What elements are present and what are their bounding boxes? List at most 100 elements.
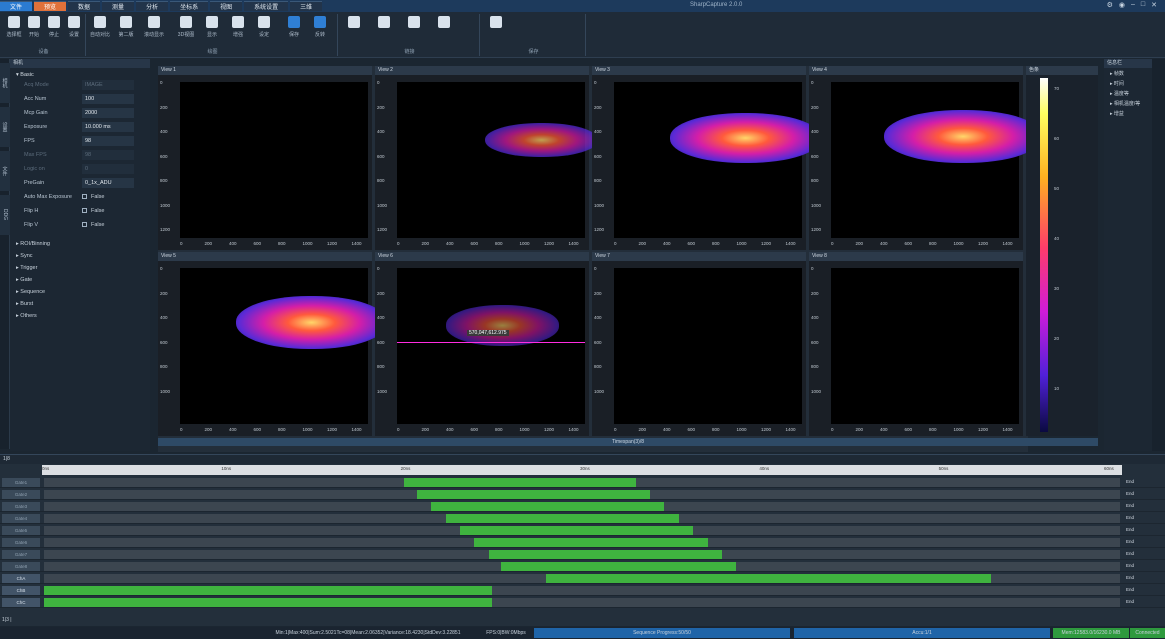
channel-name[interactable]: Gate2	[2, 490, 40, 499]
info-item[interactable]: ▸ 时间	[1104, 78, 1152, 88]
tab-3d[interactable]: 三维	[290, 1, 323, 11]
dock-tab-3[interactable]: 文件	[0, 151, 10, 191]
tab-measure[interactable]: 测量	[102, 1, 135, 11]
save-button[interactable]: 保存	[284, 16, 304, 38]
stop-button[interactable]: 停止	[44, 16, 64, 38]
prop-value-field[interactable]: 100	[82, 94, 134, 104]
tab-data[interactable]: 数据	[68, 1, 101, 11]
user-icon[interactable]: ◉	[1119, 1, 1125, 9]
frame-slider[interactable]: Timespan(3)/8	[158, 438, 1098, 446]
link-button-1[interactable]	[344, 16, 364, 28]
select-button[interactable]: 选择框	[4, 16, 24, 38]
image-view-4[interactable]: View 4 0 200 400 600 800 1000 1200 0 200 400 600 800…	[809, 66, 1042, 250]
image-view-8[interactable]: View 8 0 200 400 600 800 1000 0 200 400 600 800 1000…	[809, 252, 1023, 436]
image-view-5[interactable]: View 5 0 200 400 600 800 1000 0 200 400 600 800 1000…	[158, 252, 387, 436]
dock-tab-2[interactable]: 设置	[0, 107, 10, 147]
channel-name[interactable]: Gate1	[2, 478, 40, 487]
image-view-7[interactable]: View 7 0 200 400 600 800 1000 0 200 400 600 800 1000…	[592, 252, 806, 436]
prop-value-field[interactable]: 98	[82, 136, 134, 146]
channel-name[interactable]: Gate6	[2, 538, 40, 547]
image-view-3[interactable]: View 3 0 200 400 600 800 1000 1200 0 200 400 600 800…	[592, 66, 821, 250]
display-button[interactable]: 显示	[202, 16, 222, 38]
scroll-button[interactable]: 滚动显示	[144, 16, 164, 38]
channel-name[interactable]: Gate5	[2, 526, 40, 535]
minimize-icon[interactable]: –	[1131, 1, 1135, 9]
tab-file[interactable]: 文件	[0, 1, 33, 11]
checkbox[interactable]: False	[82, 222, 104, 228]
prop-value-field[interactable]: 0_1x_ADU	[82, 178, 134, 188]
channel-name[interactable]: ChC	[2, 598, 40, 607]
tab-view[interactable]: 视图	[210, 1, 243, 11]
gear-icon[interactable]: ⚙	[1107, 1, 1113, 9]
prop-value-field[interactable]: 2000	[82, 108, 134, 118]
image-plot[interactable]	[614, 82, 821, 238]
checkbox-box[interactable]	[82, 222, 87, 228]
gate-bar[interactable]	[474, 538, 708, 547]
section-basic[interactable]: ▾ Basic	[10, 68, 150, 78]
checkbox[interactable]: False	[82, 208, 104, 214]
image-view-2[interactable]: View 2 0 200 400 600 800 1000 1200 0 200 400 600 800…	[375, 66, 599, 250]
collapsed-section[interactable]: ▸ Sync	[10, 250, 150, 262]
collapsed-section[interactable]: ▸ Sequence	[10, 286, 150, 298]
set-button[interactable]: 设定	[254, 16, 274, 38]
gate-bar[interactable]	[44, 598, 493, 607]
channel-name[interactable]: Gate7	[2, 550, 40, 559]
gate-bar[interactable]	[460, 526, 694, 535]
checkbox-box[interactable]	[82, 194, 87, 200]
info-item[interactable]: ▸ 相机温度/等	[1104, 98, 1152, 108]
image-plot[interactable]	[180, 268, 387, 424]
gate-bar[interactable]	[404, 478, 636, 487]
settings-button[interactable]: 设置	[64, 16, 84, 38]
marker-button[interactable]	[486, 16, 506, 28]
image-view-1[interactable]: View 1 0 200 400 600 800 1000 1200 0 200 400 600 800…	[158, 66, 372, 250]
dock-tab-4[interactable]: DDG	[0, 195, 10, 235]
image-plot[interactable]: 570,047,612.975	[397, 268, 585, 424]
info-item[interactable]: ▸ 增益	[1104, 108, 1152, 118]
image-plot[interactable]	[831, 82, 1042, 238]
view3d-button[interactable]: 3D视图	[176, 16, 196, 38]
second-button[interactable]: 第二版	[116, 16, 136, 38]
info-item[interactable]: ▸ 温度等	[1104, 88, 1152, 98]
auto-contrast-button[interactable]: 自动对比	[90, 16, 110, 38]
collapsed-section[interactable]: ▸ ROI/Binning	[10, 238, 150, 250]
collapsed-section[interactable]: ▸ Burst	[10, 298, 150, 310]
prop-value-field[interactable]: 10.000 ms	[82, 122, 134, 132]
checkbox-box[interactable]	[82, 208, 87, 214]
image-plot[interactable]	[614, 268, 802, 424]
link-button-3[interactable]	[404, 16, 424, 28]
gate-bar[interactable]	[501, 562, 737, 571]
enhance-button[interactable]: 增强	[228, 16, 248, 38]
gate-bar[interactable]	[431, 502, 665, 511]
link-button-2[interactable]	[374, 16, 394, 28]
info-item[interactable]: ▸ 帧数	[1104, 68, 1152, 78]
channel-name[interactable]: Gate4	[2, 514, 40, 523]
gate-bar[interactable]	[488, 550, 722, 559]
channel-name[interactable]: ChA	[2, 574, 40, 583]
close-icon[interactable]: ✕	[1151, 1, 1157, 9]
collapsed-section[interactable]: ▸ Others	[10, 310, 150, 322]
tab-preview[interactable]: 预览	[34, 1, 67, 11]
image-plot[interactable]	[180, 82, 368, 238]
tab-system[interactable]: 系统设置	[244, 1, 289, 11]
gate-bar[interactable]	[445, 514, 679, 523]
channel-name[interactable]: Gate8	[2, 562, 40, 571]
tab-analysis[interactable]: 分析	[136, 1, 169, 11]
start-button[interactable]: 开始	[24, 16, 44, 38]
channel-name[interactable]: Gate3	[2, 502, 40, 511]
collapsed-section[interactable]: ▸ Trigger	[10, 262, 150, 274]
invert-button[interactable]: 反转	[310, 16, 330, 38]
y-tick-label: 400	[594, 315, 602, 320]
gate-bar[interactable]	[417, 490, 651, 499]
channel-name[interactable]: ChB	[2, 586, 40, 595]
gate-bar[interactable]	[546, 574, 991, 583]
image-plot[interactable]	[831, 268, 1019, 424]
dock-tab-1[interactable]: 相机	[0, 63, 10, 103]
maximize-icon[interactable]: □	[1141, 1, 1145, 9]
image-view-6[interactable]: View 6 570,047,612.975 0 200 400 600 800 1000 0 2…	[375, 252, 589, 436]
gate-bar[interactable]	[44, 586, 493, 595]
image-plot[interactable]	[397, 82, 599, 238]
collapsed-section[interactable]: ▸ Gate	[10, 274, 150, 286]
checkbox[interactable]: False	[82, 194, 104, 200]
tab-coords[interactable]: 坐标系	[170, 1, 209, 11]
link-button-4[interactable]	[434, 16, 454, 28]
